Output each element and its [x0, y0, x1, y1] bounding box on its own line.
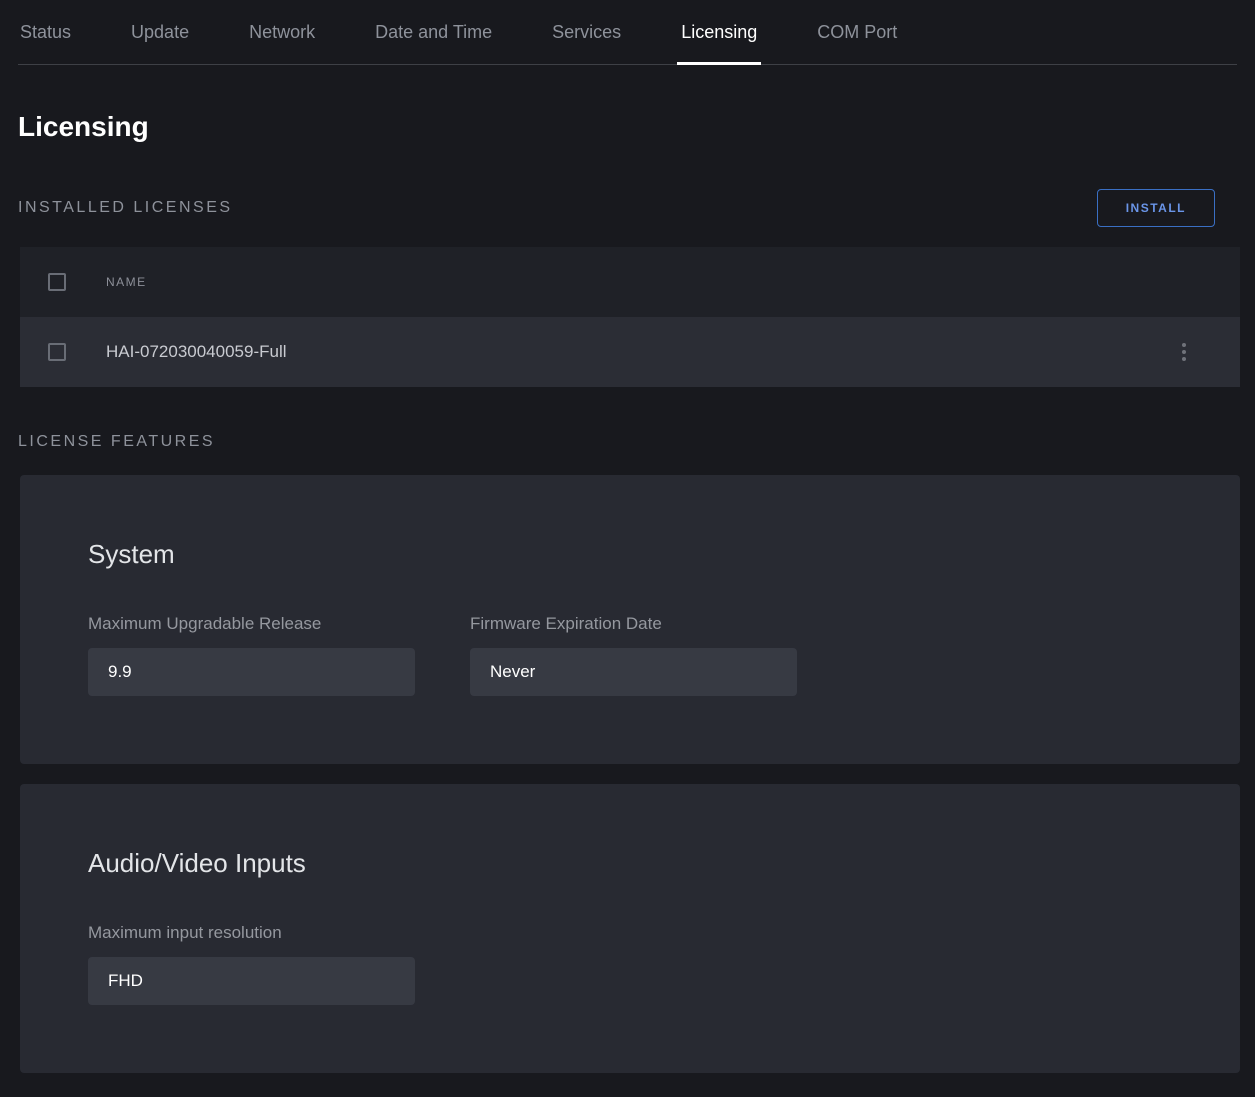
- field-value: Never: [470, 648, 797, 696]
- field-maximum-input-resolution: Maximum input resolution FHD: [88, 923, 415, 1005]
- select-all-checkbox[interactable]: [48, 273, 66, 291]
- card-title: Audio/Video Inputs: [88, 848, 1172, 879]
- tab-update[interactable]: Update: [129, 14, 191, 64]
- field-label: Maximum input resolution: [88, 923, 415, 943]
- license-table-header-row: NAME: [20, 247, 1240, 317]
- card-title: System: [88, 539, 1172, 570]
- license-name: HAI-072030040059-Full: [106, 342, 1176, 362]
- field-value: FHD: [88, 957, 415, 1005]
- installed-licenses-header: INSTALLED LICENSES INSTALL: [18, 189, 1237, 227]
- row-checkbox[interactable]: [48, 343, 66, 361]
- name-column-header: NAME: [106, 275, 1240, 289]
- field-value: 9.9: [88, 648, 415, 696]
- tab-com-port[interactable]: COM Port: [815, 14, 899, 64]
- field-label: Maximum Upgradable Release: [88, 614, 415, 634]
- table-row: HAI-072030040059-Full: [20, 317, 1240, 387]
- license-features-label: LICENSE FEATURES: [18, 433, 215, 451]
- tab-date-and-time[interactable]: Date and Time: [373, 14, 494, 64]
- card-system: System Maximum Upgradable Release 9.9 Fi…: [20, 475, 1240, 764]
- page-title: Licensing: [18, 111, 1237, 143]
- installed-licenses-label: INSTALLED LICENSES: [18, 199, 233, 217]
- license-table: NAME HAI-072030040059-Full: [20, 247, 1240, 387]
- card-audio-video-inputs: Audio/Video Inputs Maximum input resolut…: [20, 784, 1240, 1073]
- field-firmware-expiration-date: Firmware Expiration Date Never: [470, 614, 797, 696]
- tab-bar: Status Update Network Date and Time Serv…: [18, 0, 1237, 65]
- tab-services[interactable]: Services: [550, 14, 623, 64]
- tab-network[interactable]: Network: [247, 14, 317, 64]
- field-label: Firmware Expiration Date: [470, 614, 797, 634]
- kebab-menu-icon[interactable]: [1176, 337, 1192, 367]
- license-features-header: LICENSE FEATURES: [18, 433, 1237, 451]
- tab-status[interactable]: Status: [18, 14, 73, 64]
- install-button[interactable]: INSTALL: [1097, 189, 1215, 227]
- field-maximum-upgradable-release: Maximum Upgradable Release 9.9: [88, 614, 415, 696]
- tab-licensing[interactable]: Licensing: [679, 14, 759, 64]
- license-features-cards: System Maximum Upgradable Release 9.9 Fi…: [0, 475, 1255, 1073]
